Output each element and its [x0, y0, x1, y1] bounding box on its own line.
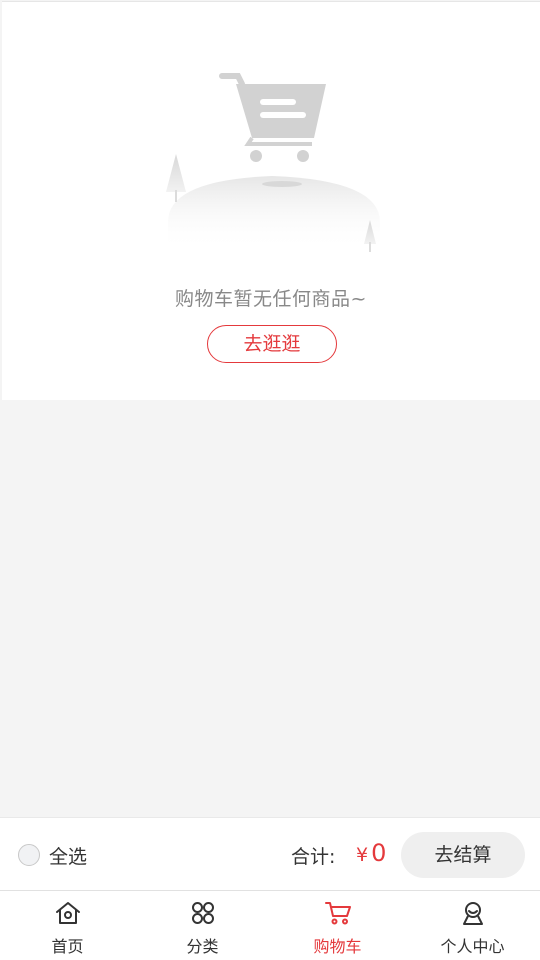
bottom-tab-bar: 首页 分类 购物车 个人中心: [0, 890, 540, 960]
total-amount: 0: [371, 839, 387, 867]
tab-category-label: 分类: [186, 937, 219, 956]
cart-wheel-left: [250, 150, 262, 162]
user-icon: [462, 902, 483, 925]
tab-profile[interactable]: 个人中心: [405, 891, 540, 960]
total-price: ¥ 0: [356, 839, 386, 867]
tab-category[interactable]: 分类: [135, 891, 270, 960]
empty-cart-message: 购物车暂无任何商品~: [175, 288, 367, 310]
tab-profile-label: 个人中心: [440, 937, 505, 956]
hill-shape: [168, 176, 380, 250]
cart-handle: [219, 73, 245, 87]
empty-cart-panel: 购物车暂无任何商品~ 去逛逛: [2, 1, 540, 400]
total-label: 合计:: [291, 846, 336, 868]
cart-icon: [324, 902, 351, 925]
empty-cart-illustration: [166, 73, 380, 252]
home-icon: [55, 902, 80, 924]
tab-home[interactable]: 首页: [0, 891, 135, 960]
currency-symbol: ¥: [356, 844, 369, 866]
tab-home-label: 首页: [51, 937, 84, 956]
select-all-label: 全选: [49, 845, 88, 868]
cart-page: 购物车暂无任何商品~ 去逛逛 全选 合计: ¥ 0 去结算 首页 分类 购物车 …: [0, 0, 540, 960]
select-all-checkbox[interactable]: [18, 844, 40, 866]
checkout-button[interactable]: 去结算: [401, 832, 525, 878]
cart-basket: [236, 84, 326, 138]
tab-cart-label: 购物车: [313, 937, 362, 956]
checkout-bar: 全选 合计: ¥ 0 去结算: [0, 817, 540, 890]
cart-wheel-right: [297, 150, 309, 162]
cart-base: [244, 136, 312, 146]
hill-hole: [262, 181, 302, 187]
tab-cart[interactable]: 购物车: [270, 891, 405, 960]
select-all-toggle[interactable]: 全选: [18, 842, 87, 868]
go-shopping-button[interactable]: 去逛逛: [207, 325, 337, 363]
tree-left-icon: [166, 154, 186, 192]
category-grid-icon: [191, 902, 214, 924]
